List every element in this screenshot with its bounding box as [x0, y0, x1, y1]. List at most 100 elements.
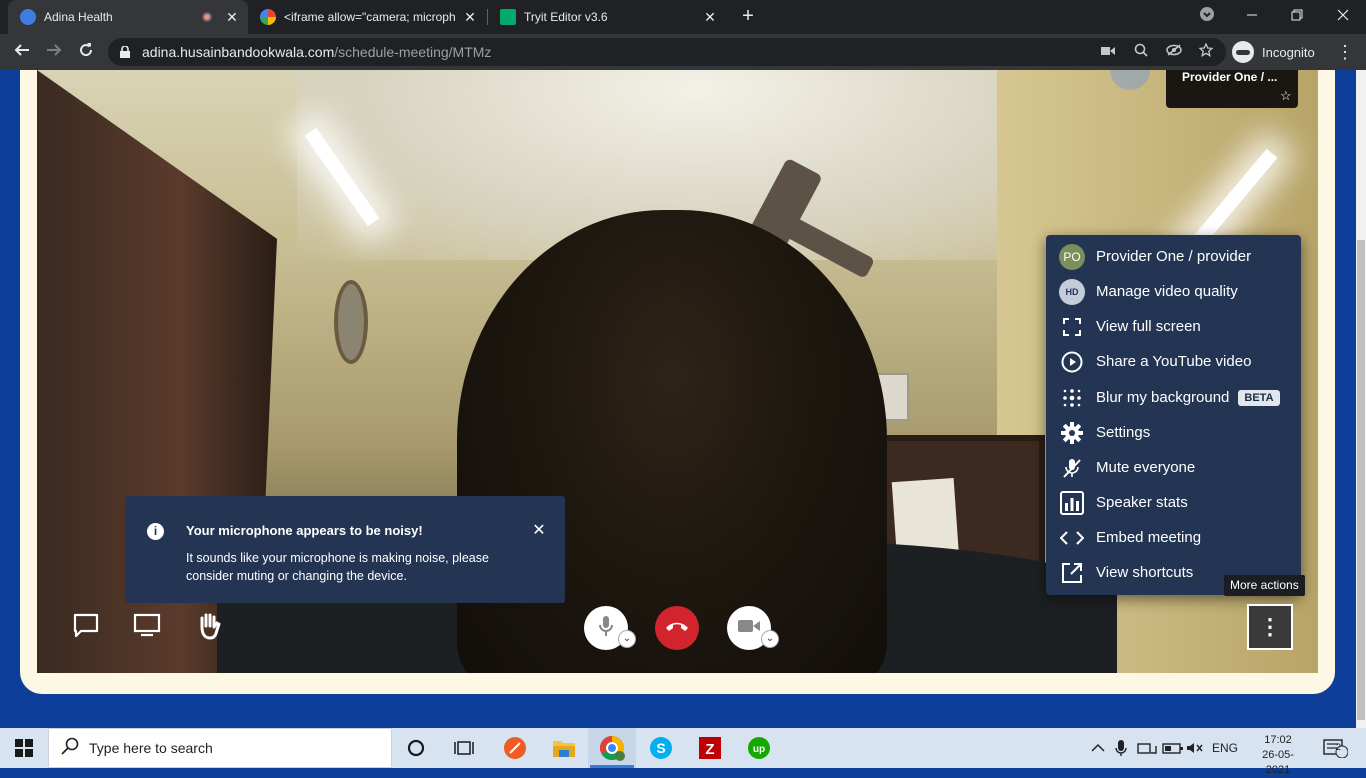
screen-share-icon[interactable] — [132, 612, 162, 642]
network-icon[interactable] — [1137, 728, 1157, 768]
tab-close-icon[interactable]: ✕ — [700, 9, 720, 26]
external-icon — [1059, 560, 1085, 586]
menu-item-embed-meeting[interactable]: Embed meeting — [1046, 520, 1301, 555]
hang-up-button[interactable] — [655, 606, 699, 650]
menu-item-label: Speaker stats — [1096, 494, 1188, 511]
volume-muted-icon[interactable] — [1186, 728, 1204, 768]
microphone-tray-icon[interactable] — [1115, 728, 1127, 768]
tab-iframe-search[interactable]: <iframe allow="camera; microph ✕ — [248, 0, 486, 34]
skype-app-icon[interactable]: S — [637, 728, 685, 768]
file-explorer-icon[interactable] — [540, 728, 588, 768]
tab-close-icon[interactable]: ✕ — [222, 9, 242, 26]
menu-item-full-screen[interactable]: View full screen — [1046, 309, 1301, 344]
scrollbar-thumb[interactable] — [1357, 240, 1365, 720]
menu-item-video-quality[interactable]: HD Manage video quality — [1046, 274, 1301, 309]
reload-icon[interactable] — [73, 39, 99, 65]
camera-in-use-icon[interactable] — [1099, 43, 1117, 61]
menu-item-label: Manage video quality — [1096, 283, 1238, 300]
google-favicon-icon — [260, 9, 276, 25]
zoom-icon[interactable] — [1132, 43, 1150, 61]
more-actions-menu: PO Provider One / provider HD Manage vid… — [1046, 235, 1301, 595]
cortana-icon[interactable] — [392, 728, 440, 768]
notification-title: Your microphone appears to be noisy! — [186, 523, 423, 538]
tracking-blocked-icon[interactable] — [1165, 43, 1183, 61]
notification-count: 2 — [1336, 742, 1342, 752]
fullscreen-icon — [1059, 314, 1085, 340]
tab-close-icon[interactable]: ✕ — [460, 9, 480, 26]
search-placeholder: Type here to search — [89, 740, 213, 756]
browser-tab-bar: Adina Health ✕ <iframe allow="camera; mi… — [0, 0, 1366, 34]
tab-title: Adina Health — [44, 10, 113, 24]
page-scrollbar[interactable] — [1356, 70, 1366, 728]
forward-icon[interactable] — [41, 39, 67, 65]
url-host: adina.husainbandookwala.com — [142, 44, 335, 60]
raise-hand-icon[interactable] — [194, 612, 224, 642]
show-hidden-icons-chevron-icon[interactable] — [1091, 728, 1105, 768]
camera-options-chevron-icon[interactable]: ⌄ — [761, 630, 779, 648]
camera-icon — [737, 618, 761, 639]
close-icon[interactable]: ✕ — [529, 521, 549, 541]
tab-tryit-editor[interactable]: Tryit Editor v3.6 ✕ — [488, 0, 726, 34]
menu-item-label: Share a YouTube video — [1096, 353, 1252, 370]
tab-adina-health[interactable]: Adina Health ✕ — [8, 0, 248, 34]
remote-participant-tile[interactable]: Provider One / ... ☆ — [1166, 70, 1298, 108]
address-bar[interactable]: adina.husainbandookwala.com/schedule-mee… — [108, 38, 1226, 66]
menu-item-mute-everyone[interactable]: Mute everyone — [1046, 450, 1301, 485]
url-text[interactable]: adina.husainbandookwala.com/schedule-mee… — [142, 44, 491, 60]
close-window-icon[interactable] — [1320, 0, 1366, 34]
search-icon — [61, 737, 81, 760]
windows-logo-icon — [15, 739, 33, 757]
filezilla-app-icon[interactable]: Z — [686, 728, 734, 768]
play-icon — [1059, 349, 1085, 375]
menu-item-label: Blur my background — [1096, 389, 1230, 406]
recording-icon — [202, 12, 212, 22]
tab-title: Tryit Editor v3.6 — [524, 10, 608, 24]
taskbar-search-box[interactable]: Type here to search — [48, 728, 392, 768]
svg-text:up: up — [753, 744, 765, 755]
action-center-icon[interactable]: 2 — [1322, 728, 1348, 768]
minimize-icon[interactable] — [1229, 0, 1275, 34]
back-icon[interactable] — [9, 39, 35, 65]
menu-item-label: View full screen — [1096, 318, 1201, 335]
menu-item-settings[interactable]: Settings — [1046, 415, 1301, 450]
new-tab-button[interactable]: + — [736, 5, 760, 29]
windows-taskbar: Type here to search S Z up ENG 17:02 26-… — [0, 728, 1366, 776]
svg-text:Z: Z — [705, 741, 714, 758]
more-actions-button[interactable]: ⋮ — [1247, 604, 1293, 650]
mic-options-chevron-icon[interactable]: ⌄ — [618, 630, 636, 648]
upwork-app-icon[interactable]: up — [735, 728, 783, 768]
chrome-app-icon[interactable] — [588, 728, 636, 768]
bookmark-star-icon[interactable] — [1197, 42, 1215, 61]
tab-search-icon[interactable] — [1184, 0, 1230, 34]
microphone-icon — [596, 614, 616, 643]
menu-item-label: Embed meeting — [1096, 529, 1202, 546]
remote-participant-name: Provider One / ... — [1182, 70, 1278, 84]
restore-icon[interactable] — [1274, 0, 1320, 34]
task-view-icon[interactable] — [440, 728, 488, 768]
menu-item-label: Provider One / provider — [1096, 248, 1252, 265]
menu-item-provider[interactable]: PO Provider One / provider — [1046, 239, 1301, 274]
noisy-mic-notification: i Your microphone appears to be noisy! I… — [125, 496, 565, 603]
menu-item-label: View shortcuts — [1096, 564, 1194, 581]
chrome-menu-icon[interactable]: ⋮ — [1336, 38, 1354, 66]
blur-icon — [1059, 385, 1085, 411]
menu-item-youtube[interactable]: Share a YouTube video — [1046, 344, 1301, 379]
taskbar-clock[interactable]: 17:02 26-05-2021 — [1250, 733, 1306, 778]
adina-favicon-icon — [20, 9, 36, 25]
pin-star-icon[interactable]: ☆ — [1280, 88, 1292, 104]
language-indicator[interactable]: ENG — [1212, 728, 1238, 768]
chat-icon[interactable] — [71, 612, 101, 642]
info-icon: i — [147, 523, 164, 540]
postman-app-icon[interactable] — [491, 728, 539, 768]
battery-icon[interactable] — [1162, 728, 1184, 768]
hang-up-icon — [664, 619, 690, 638]
more-actions-tooltip: More actions — [1224, 575, 1305, 596]
menu-item-blur-background[interactable]: Blur my background BETA — [1046, 380, 1301, 415]
svg-text:S: S — [656, 740, 665, 756]
browser-toolbar: adina.husainbandookwala.com/schedule-mee… — [0, 34, 1366, 70]
start-button[interactable] — [0, 728, 48, 768]
participant-avatar: PO — [1059, 243, 1085, 270]
incognito-indicator[interactable]: Incognito — [1232, 38, 1315, 66]
menu-item-speaker-stats[interactable]: Speaker stats — [1046, 485, 1301, 520]
menu-item-label: Mute everyone — [1096, 459, 1196, 476]
